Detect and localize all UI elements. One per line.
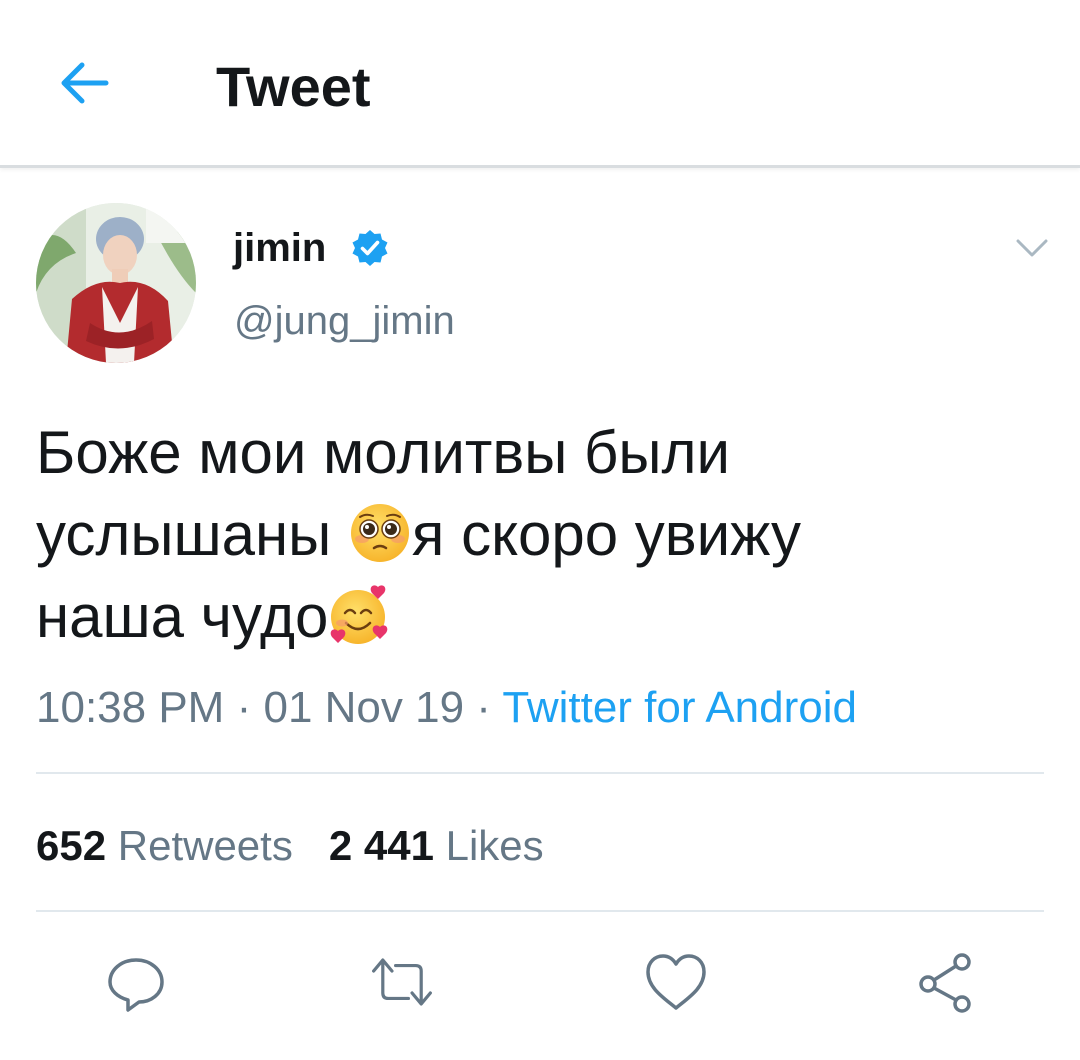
tweet-meta: 10:38 PM · 01 Nov 19 · Twitter for Andro…	[36, 680, 857, 736]
divider	[36, 772, 1044, 774]
tweet-stats: 652 Retweets 2 441 Likes	[36, 820, 544, 872]
likes-stat[interactable]: 2 441 Likes	[329, 820, 544, 872]
tweet-text-segment: услышаны	[36, 501, 332, 568]
meta-separator: ·	[236, 683, 252, 732]
retweets-count: 652	[36, 822, 107, 869]
page-title: Tweet	[216, 55, 371, 118]
like-button[interactable]	[644, 950, 708, 1014]
tweet-time: 10:38 PM	[36, 683, 225, 732]
divider	[36, 910, 1044, 912]
arrow-left-icon	[61, 62, 109, 104]
tweet-text: Боже мои молитвы были услышаны я скоро у…	[36, 412, 1036, 658]
retweet-icon	[372, 958, 432, 1006]
like-icon	[646, 954, 706, 1010]
share-button[interactable]	[914, 950, 978, 1014]
tweet-text-line: наша чудо	[36, 576, 1036, 658]
tweet-text-segment: наша чудо	[36, 583, 329, 650]
share-icon	[919, 953, 971, 1013]
back-button[interactable]	[52, 55, 116, 111]
reply-button[interactable]	[104, 950, 168, 1014]
chevron-down-icon[interactable]	[1012, 228, 1052, 268]
reply-icon	[108, 958, 164, 1012]
tweet-text-line: Боже мои молитвы были	[36, 419, 731, 486]
likes-count: 2 441	[328, 822, 434, 869]
pleading-face-emoji-icon	[350, 504, 409, 562]
verified-badge-icon	[352, 230, 388, 266]
tweet-date: 01 Nov 19	[263, 683, 465, 732]
tweet-text-line: услышаны я скоро увижу	[36, 494, 1036, 576]
smiling-face-with-hearts-emoji-icon	[331, 585, 388, 644]
avatar[interactable]	[36, 203, 196, 363]
retweet-button[interactable]	[370, 950, 434, 1014]
retweets-label: Retweets	[117, 822, 293, 869]
top-app-bar: Tweet	[0, 0, 1080, 168]
author-display-name[interactable]: jimin	[233, 222, 326, 274]
retweets-stat[interactable]: 652 Retweets	[36, 820, 293, 872]
likes-label: Likes	[445, 822, 544, 869]
tweet-source-link[interactable]: Twitter for Android	[502, 683, 857, 732]
meta-separator: ·	[476, 683, 491, 732]
author-handle[interactable]: @jung_jimin	[234, 296, 455, 346]
tweet-text-segment: я скоро увижу	[411, 501, 801, 568]
